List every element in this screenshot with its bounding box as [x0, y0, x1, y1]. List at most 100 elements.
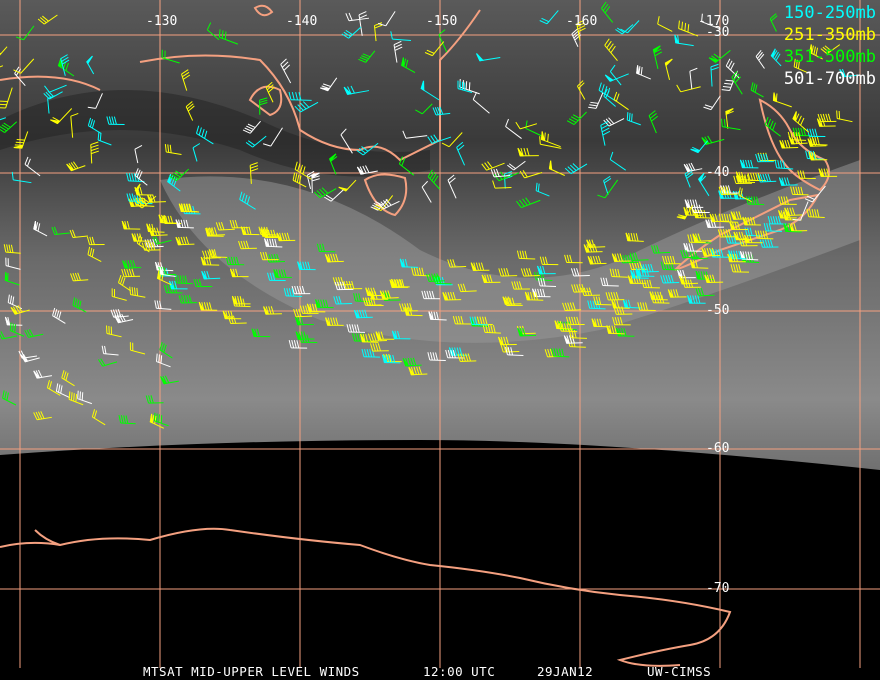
wind-barb: [639, 263, 659, 273]
wind-barb: [520, 268, 540, 277]
wind-barb: [43, 90, 63, 100]
wind-barb: [404, 307, 423, 317]
wind-barb: [373, 22, 383, 42]
wind-barb: [340, 128, 353, 154]
wind-barb: [86, 236, 105, 246]
wind-barb: [519, 170, 543, 179]
lon-label: -150: [426, 14, 458, 29]
wind-barb: [69, 229, 88, 239]
wind-barb: [472, 92, 490, 114]
wind-barb: [788, 223, 808, 232]
wind-barb: [222, 310, 242, 320]
wind-barb: [678, 20, 699, 37]
wind-barb: [20, 354, 40, 363]
wind-barb: [52, 307, 66, 324]
wind-barb: [15, 25, 35, 41]
wind-barb: [692, 233, 712, 242]
wind-barb: [505, 118, 522, 139]
wind-barb: [540, 131, 561, 148]
wind-barb: [175, 219, 194, 229]
wind-barb: [657, 16, 673, 32]
wind-barb: [87, 246, 102, 263]
legend-351-500mb: 351-500mb: [783, 47, 876, 67]
wind-barb: [225, 256, 245, 266]
wind-barb: [482, 324, 501, 334]
wind-barb: [333, 296, 353, 305]
wind-barb: [790, 186, 809, 196]
wind-barb: [415, 103, 433, 115]
wind-barb: [629, 252, 649, 261]
wind-barb: [516, 250, 536, 260]
wind-barb: [329, 153, 338, 175]
wind-barb: [13, 58, 35, 74]
wind-barb: [476, 53, 501, 62]
wind-barb: [174, 275, 193, 285]
wind-barb: [804, 185, 826, 203]
wind-barb: [806, 208, 825, 218]
wind-barb: [338, 179, 357, 192]
wind-barb: [266, 253, 285, 263]
wind-barb: [106, 116, 125, 125]
wind-barb: [684, 168, 694, 188]
satellite-wind-map: -130 -140 -150 -160 -170 -30 -40 -50 -60…: [0, 0, 880, 680]
wind-barb: [667, 289, 687, 298]
wind-barb: [273, 269, 292, 278]
wind-barb: [11, 171, 32, 184]
wind-barb: [101, 345, 119, 356]
wind-barb: [160, 375, 179, 385]
wind-barb: [420, 80, 440, 101]
wind-barb: [401, 57, 416, 74]
wind-barb: [72, 297, 87, 313]
wind-barb: [818, 168, 838, 177]
wind-barb: [428, 311, 447, 321]
wind-barb: [358, 50, 376, 63]
wind-barb: [452, 315, 472, 325]
wind-barb: [346, 324, 365, 333]
wind-barb: [18, 350, 38, 359]
wind-barb: [97, 358, 118, 367]
wind-barb: [517, 147, 539, 157]
wind-barb: [249, 162, 259, 184]
wind-barb: [97, 131, 112, 146]
wind-barb: [298, 334, 318, 343]
wind-barb: [517, 327, 537, 337]
wind-barb: [0, 121, 18, 133]
wind-barb: [87, 117, 102, 134]
lat-label: -30: [706, 25, 730, 40]
legend-501-700mb: 501-700mb: [783, 69, 876, 89]
wind-barb: [169, 280, 188, 290]
wind-barb: [725, 108, 734, 129]
wind-barb: [427, 352, 446, 361]
wind-barb: [720, 118, 741, 131]
lat-label: -60: [706, 441, 730, 456]
wind-barb: [525, 120, 542, 137]
wind-barb: [153, 412, 169, 427]
wind-barb: [609, 268, 628, 278]
wind-barb: [755, 50, 765, 69]
wind-barb: [245, 135, 267, 148]
wind-barb: [613, 91, 629, 111]
wind-barb: [70, 272, 89, 282]
wind-barb: [564, 254, 583, 264]
wind-barb: [259, 97, 268, 115]
wind-barb: [280, 58, 292, 84]
wind-barb: [587, 255, 607, 265]
wind-barb: [687, 295, 706, 304]
wind-barb: [693, 209, 712, 219]
wind-barb: [516, 197, 541, 209]
wind-barb: [742, 216, 761, 226]
wind-barb: [551, 348, 570, 358]
wind-barb: [265, 81, 275, 103]
wind-barb: [61, 370, 75, 387]
wind-barb: [731, 71, 743, 95]
wind-barb: [660, 274, 680, 284]
legend-251-350mb: 251-350mb: [783, 25, 876, 45]
wind-barb: [498, 336, 517, 346]
wind-barb: [393, 40, 403, 63]
wind-barb: [609, 64, 622, 86]
wind-barb: [441, 132, 463, 148]
wind-barb: [609, 151, 626, 171]
wind-barb: [836, 110, 853, 123]
wind-barb: [315, 299, 334, 309]
wind-barb: [778, 196, 797, 205]
